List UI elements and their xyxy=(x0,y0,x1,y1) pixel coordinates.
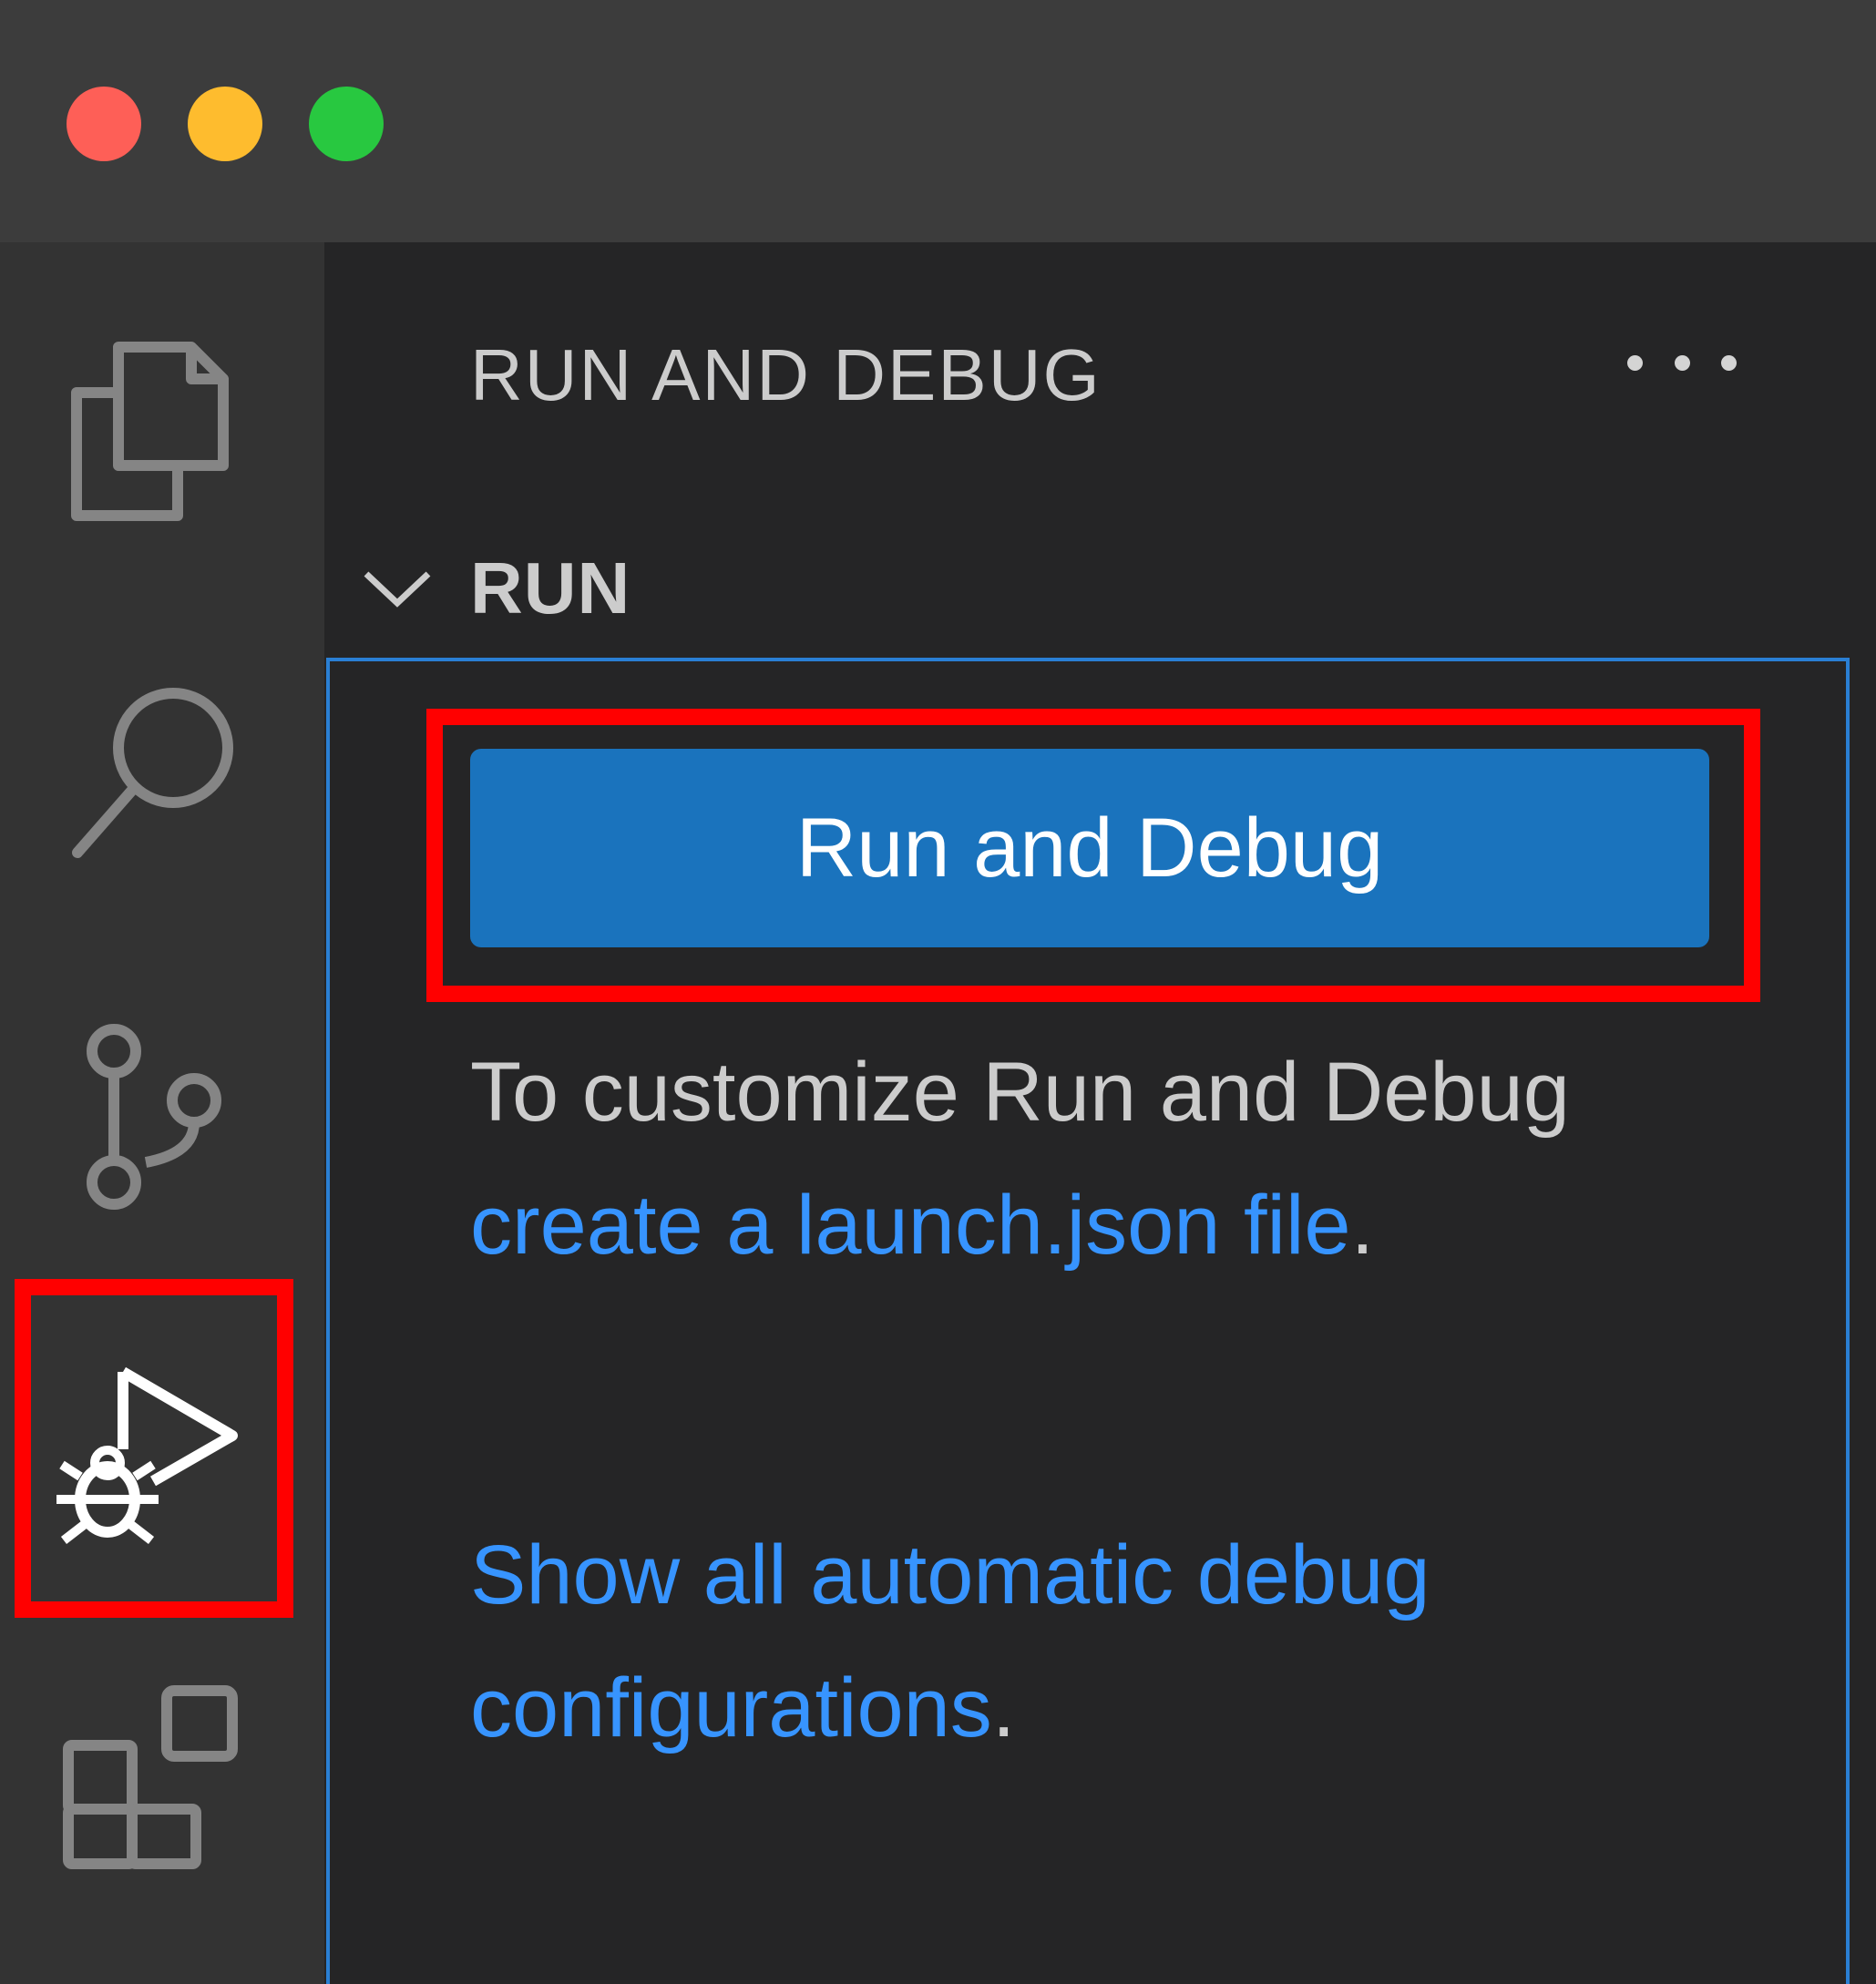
ellipsis-icon-dot xyxy=(1674,354,1690,371)
activity-source-control[interactable] xyxy=(0,998,324,1299)
minimize-window-button[interactable] xyxy=(188,87,262,161)
customize-help-text: To customize Run and Debug create a laun… xyxy=(470,1026,1727,1292)
auto-suffix: . xyxy=(991,1662,1016,1754)
run-and-debug-button[interactable]: Run and Debug xyxy=(470,749,1709,947)
run-section-body: Run and Debug To customize Run and Debug… xyxy=(326,658,1850,1984)
more-actions-button[interactable] xyxy=(1627,344,1737,381)
search-icon xyxy=(72,688,233,858)
create-launch-json-link[interactable]: create a launch.json file xyxy=(470,1179,1351,1272)
close-window-button[interactable] xyxy=(67,87,141,161)
activity-run-debug[interactable] xyxy=(0,1317,324,1618)
vscode-window: RUN AND DEBUG RUN Run and Debug To custo… xyxy=(0,0,1876,1984)
zoom-window-button[interactable] xyxy=(309,87,384,161)
extensions-icon xyxy=(63,1685,238,1869)
view-title: RUN AND DEBUG xyxy=(470,334,1102,415)
automatic-configs-text: Show all automatic debug configurations. xyxy=(470,1508,1727,1774)
activity-search[interactable] xyxy=(0,643,324,944)
show-automatic-configs-link[interactable]: Show all automatic debug configurations xyxy=(470,1529,1430,1754)
activity-explorer[interactable] xyxy=(0,297,324,598)
files-icon xyxy=(71,342,229,521)
section-title: RUN xyxy=(470,547,631,629)
run-debug-icon xyxy=(56,1366,238,1544)
activity-bar xyxy=(0,242,324,1984)
run-section-header[interactable]: RUN xyxy=(361,534,630,643)
help-prefix: To customize Run and Debug xyxy=(470,1046,1570,1139)
side-bar: RUN AND DEBUG RUN Run and Debug To custo… xyxy=(324,242,1876,1984)
activity-extensions[interactable] xyxy=(0,1682,324,1982)
source-control-icon xyxy=(87,1024,221,1210)
ellipsis-icon xyxy=(1627,354,1643,371)
help-suffix: . xyxy=(1350,1179,1375,1272)
chevron-down-icon xyxy=(364,571,431,608)
ellipsis-icon-dot xyxy=(1721,354,1737,371)
title-bar xyxy=(0,0,1876,242)
